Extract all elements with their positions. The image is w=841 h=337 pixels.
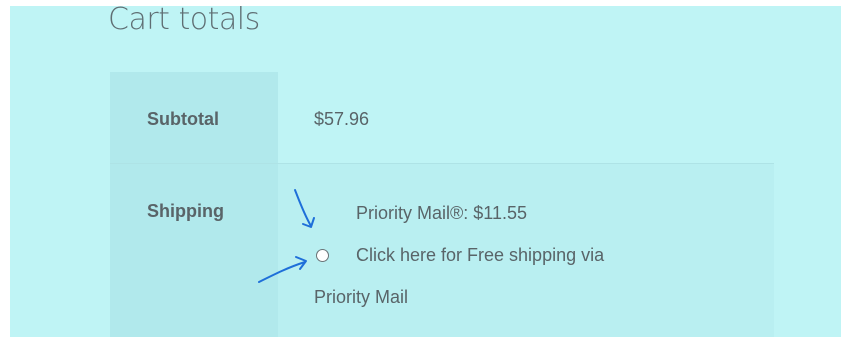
page: Cart totals Subtotal $57.96 Shipping Pri… <box>0 0 841 337</box>
cart-totals-heading: Cart totals <box>108 2 260 37</box>
annotation-arrow-down-icon <box>294 189 315 228</box>
row-divider <box>110 163 774 164</box>
subtotal-label: Subtotal <box>147 109 219 129</box>
shipping-label: Shipping <box>147 201 224 221</box>
free-shipping-option-label-continued[interactable]: Priority Mail <box>314 287 408 308</box>
subtotal-value: $57.96 <box>314 109 370 129</box>
shipping-rate-priority-mail: Priority Mail®: $11.55 <box>356 203 527 223</box>
annotation-arrow-right-icon <box>258 256 307 283</box>
free-shipping-option-label[interactable]: Click here for Free shipping via <box>356 245 604 266</box>
free-shipping-radio[interactable] <box>316 249 329 262</box>
